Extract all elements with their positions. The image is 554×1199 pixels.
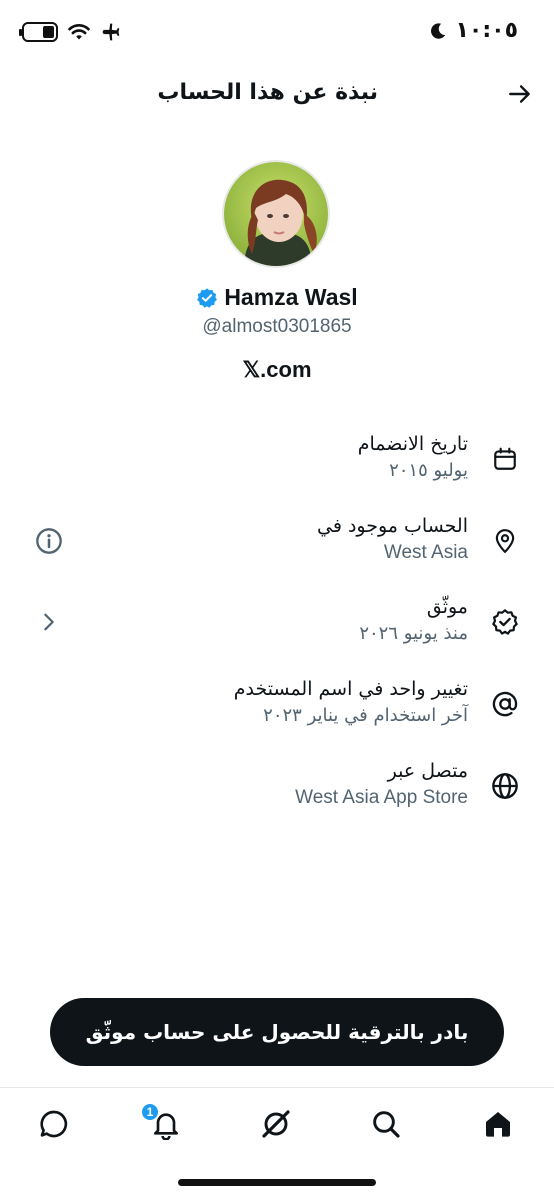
battery-icon bbox=[19, 22, 58, 42]
home-indicator[interactable] bbox=[178, 1179, 376, 1186]
row-value: يوليو ٢٠١٥ bbox=[389, 460, 468, 481]
site-label: 𝕏.com bbox=[242, 357, 312, 382]
status-time: ١٠:٠٥ bbox=[455, 18, 518, 43]
nav-search[interactable] bbox=[366, 1104, 406, 1144]
calendar-icon bbox=[490, 444, 520, 474]
row-value: West Asia bbox=[383, 542, 468, 563]
row-value: منذ يونيو ٢٠٢٦ bbox=[359, 623, 468, 644]
wifi-icon bbox=[68, 24, 90, 40]
moon-icon bbox=[431, 22, 446, 39]
row-value: آخر استخدام في يناير ٢٠٢٣ bbox=[263, 705, 468, 726]
row-connected-via-text: متصل عبر West Asia App Store bbox=[295, 757, 468, 811]
row-account-location: الحساب موجود في West Asia bbox=[0, 512, 554, 592]
status-time-group: ١٠:٠٥ bbox=[429, 18, 518, 43]
row-verified[interactable]: موثّق منذ يونيو ٢٠٢٦ bbox=[0, 593, 554, 673]
globe-icon bbox=[490, 771, 520, 801]
row-username-change: تغيير واحد في اسم المستخدم آخر استخدام ف… bbox=[0, 675, 554, 755]
page-title: نبذة عن هذا الحساب bbox=[157, 80, 378, 105]
info-icon[interactable] bbox=[34, 526, 64, 556]
row-label: تاريخ الانضمام bbox=[357, 433, 468, 455]
row-username-change-text: تغيير واحد في اسم المستخدم آخر استخدام ف… bbox=[234, 675, 468, 729]
row-label: متصل عبر bbox=[387, 760, 468, 782]
back-button[interactable] bbox=[504, 78, 536, 110]
row-join-date-text: تاريخ الانضمام يوليو ٢٠١٥ bbox=[358, 430, 468, 484]
row-value: West Asia App Store bbox=[295, 787, 468, 808]
row-connected-via: متصل عبر West Asia App Store bbox=[0, 757, 554, 837]
at-sign-icon bbox=[490, 689, 520, 719]
row-label: تغيير واحد في اسم المستخدم bbox=[233, 678, 468, 700]
nav-home[interactable] bbox=[478, 1104, 518, 1144]
header: نبذة عن هذا الحساب bbox=[0, 64, 554, 124]
name-row: Hamza Wasl bbox=[0, 284, 554, 311]
messages-icon bbox=[40, 1110, 68, 1138]
row-verified-text: موثّق منذ يونيو ٢٠٢٦ bbox=[359, 593, 468, 647]
verified-badge-icon bbox=[197, 287, 218, 308]
location-pin-icon bbox=[490, 526, 520, 556]
arrow-right-icon bbox=[509, 85, 530, 103]
nav-messages[interactable] bbox=[34, 1104, 74, 1144]
nav-notifications[interactable]: 1 bbox=[140, 1102, 186, 1144]
nav-grok[interactable] bbox=[256, 1104, 296, 1144]
status-icons-left bbox=[19, 22, 122, 42]
chevron-right-icon[interactable] bbox=[34, 607, 64, 637]
upgrade-verified-button[interactable]: بادر بالترقية للحصول على حساب موثّق bbox=[50, 998, 504, 1066]
row-label: الحساب موجود في bbox=[317, 515, 468, 537]
row-label: موثّق bbox=[426, 596, 468, 618]
row-account-location-text: الحساب موجود في West Asia bbox=[317, 512, 468, 566]
row-join-date: تاريخ الانضمام يوليو ٢٠١٥ bbox=[0, 430, 554, 510]
search-icon bbox=[373, 1111, 400, 1138]
notification-badge: 1 bbox=[140, 1102, 160, 1122]
avatar[interactable] bbox=[222, 160, 330, 268]
verified-badge-outline-icon bbox=[490, 607, 520, 637]
home-icon bbox=[486, 1112, 510, 1137]
avatar-image bbox=[224, 162, 328, 266]
grok-icon bbox=[262, 1110, 290, 1138]
status-bar: ١٠:٠٥ bbox=[0, 0, 554, 64]
display-name: Hamza Wasl bbox=[224, 284, 358, 310]
airplane-icon bbox=[102, 23, 120, 41]
user-handle: @almost0301865 bbox=[202, 316, 352, 337]
